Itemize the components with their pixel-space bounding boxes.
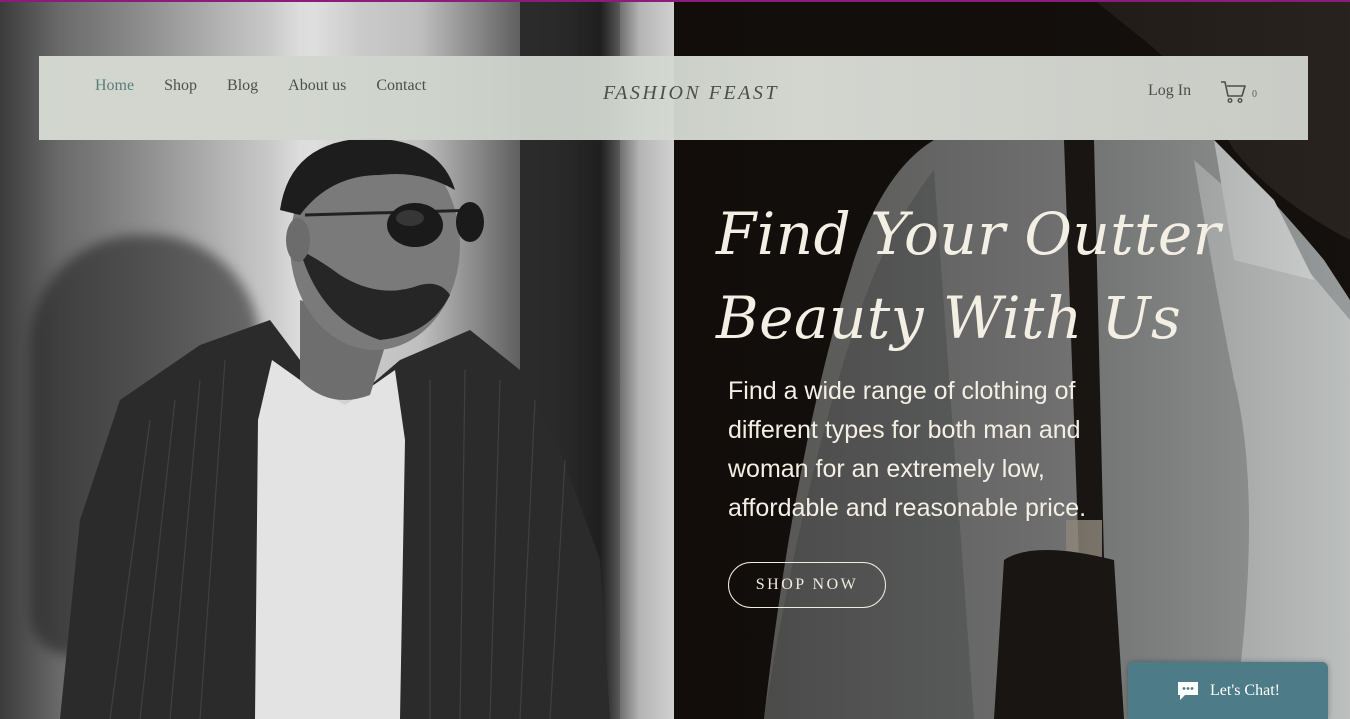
- nav-home[interactable]: Home: [95, 77, 134, 95]
- shopping-cart-icon: [1221, 81, 1246, 104]
- login-link[interactable]: Log In: [1148, 82, 1191, 100]
- chat-bubble-icon: [1178, 681, 1198, 700]
- main-nav: Home Shop Blog About us Contact: [95, 44, 426, 128]
- site-header: Home Shop Blog About us Contact FASHION …: [39, 56, 1308, 140]
- nav-blog[interactable]: Blog: [227, 77, 258, 95]
- hero-subtext: Find a wide range of clothing of differe…: [728, 377, 1087, 522]
- chat-widget-button[interactable]: Let's Chat!: [1128, 662, 1328, 719]
- nav-about[interactable]: About us: [288, 77, 346, 95]
- shop-now-button[interactable]: SHOP NOW: [728, 562, 886, 608]
- nav-shop[interactable]: Shop: [164, 77, 197, 95]
- chat-label: Let's Chat!: [1210, 681, 1280, 699]
- nav-contact[interactable]: Contact: [376, 77, 426, 95]
- top-accent-bar: [0, 0, 1350, 2]
- hero-headline-line2: Beauty With Us: [716, 284, 1182, 352]
- brand-logo[interactable]: FASHION FEAST: [603, 82, 779, 105]
- hero-headline-line1: Find Your Outter: [716, 200, 1221, 268]
- cart-count: 0: [1252, 89, 1257, 100]
- hero-headline: Find Your Outter Beauty With Us: [716, 192, 1276, 360]
- cart-button[interactable]: 0: [1220, 80, 1257, 104]
